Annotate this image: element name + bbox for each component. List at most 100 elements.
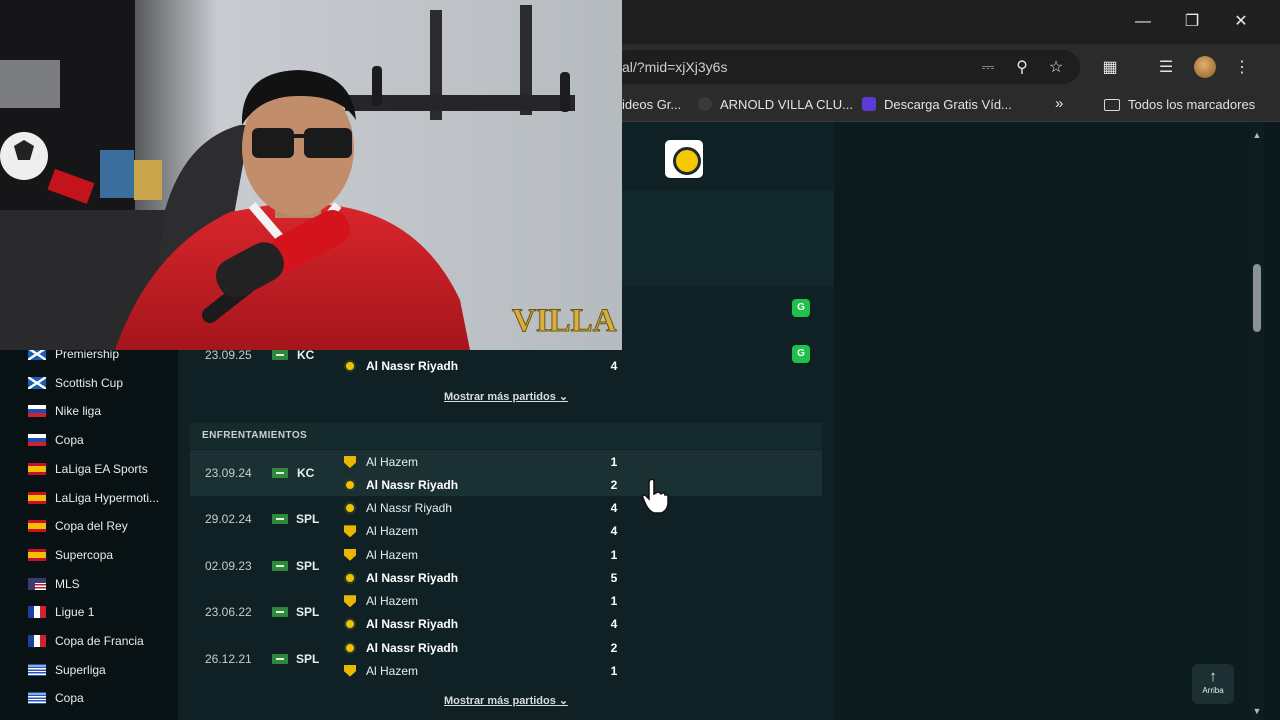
sidebar-league-item[interactable]: Ligue 1 xyxy=(28,602,94,622)
league-code: SPL xyxy=(296,512,320,527)
sidebar-item-label: MLS xyxy=(55,576,80,591)
sidebar-league-item[interactable]: LaLiga EA Sports xyxy=(28,459,148,479)
scroll-top-label: Arriba xyxy=(1202,686,1224,695)
away-team[interactable]: Al Nassr Riyadh xyxy=(366,617,458,631)
france-flag-icon xyxy=(28,635,46,647)
play-favicon-icon xyxy=(862,97,876,111)
media-control-icon[interactable]: ☰ xyxy=(1154,56,1178,80)
away-score: 4 xyxy=(610,524,618,539)
match-date: 02.09.23 xyxy=(205,558,252,573)
away-team[interactable]: Al Nassr Riyadh xyxy=(366,571,458,585)
all-bookmarks-button[interactable]: Todos los marcadores xyxy=(1104,97,1255,112)
al-nassr-crest-icon xyxy=(344,360,356,372)
sidebar-league-item[interactable]: LaLiga Hypermoti... xyxy=(28,488,159,508)
al-nassr-crest-icon xyxy=(344,571,356,584)
home-score: 1 xyxy=(610,547,618,562)
league-code: KC xyxy=(297,348,315,362)
sidebar-item-label: Scottish Cup xyxy=(55,375,124,390)
home-team[interactable]: Al Nassr Riyadh xyxy=(366,641,458,655)
saudi-flag-icon xyxy=(272,607,288,618)
bookmarks-overflow-icon[interactable]: » xyxy=(1055,95,1063,112)
slovenia-flag-icon xyxy=(28,434,46,447)
league-code: KC xyxy=(297,466,315,480)
form-badge-win[interactable]: G xyxy=(792,299,810,317)
away-score: 4 xyxy=(610,617,618,632)
match-date: 23.09.24 xyxy=(205,466,252,480)
team-info-block xyxy=(622,190,834,286)
sidebar-league-item[interactable]: Copa xyxy=(28,430,84,450)
match-date: 26.12.21 xyxy=(205,651,252,666)
slovenia-flag-icon xyxy=(28,405,46,418)
away-score: 2 xyxy=(610,478,618,492)
saudi-flag-icon xyxy=(272,350,288,360)
sidebar-item-label: Superliga xyxy=(55,662,106,677)
team-name[interactable]: Al Nassr Riyadh xyxy=(366,359,458,373)
folder-icon xyxy=(1104,99,1120,111)
home-score: 1 xyxy=(610,594,618,609)
spain-flag-icon xyxy=(28,548,46,561)
bookmark-star-icon[interactable]: ☆ xyxy=(1044,56,1068,80)
france-flag-icon xyxy=(28,606,46,619)
greece-flag-icon xyxy=(28,663,46,676)
away-team[interactable]: Al Hazem xyxy=(366,664,418,678)
sidebar-league-item[interactable]: Copa de Francia xyxy=(28,631,144,651)
sidebar-item-label: Copa xyxy=(55,691,84,706)
home-score: 1 xyxy=(610,455,618,469)
home-team[interactable]: Al Hazem xyxy=(366,455,418,469)
show-more-matches-link[interactable]: Mostrar más partidos ⌄ xyxy=(444,390,568,403)
home-score: 4 xyxy=(610,501,618,516)
sidebar-league-item[interactable]: MLS xyxy=(28,574,80,594)
scroll-up-arrow-icon[interactable]: ▲ xyxy=(1251,130,1263,140)
install-app-icon[interactable]: ⎓ xyxy=(976,56,1000,80)
scrollbar-thumb[interactable] xyxy=(1253,264,1261,332)
team-header-block xyxy=(622,122,834,188)
sidebar-league-item[interactable]: Superliga xyxy=(28,660,106,680)
zoom-icon[interactable]: ⚲ xyxy=(1010,56,1034,80)
sidebar-item-label: Ligue 1 xyxy=(55,605,95,620)
spain-flag-icon xyxy=(28,520,46,533)
home-team[interactable]: Al Nassr Riyadh xyxy=(366,501,452,515)
restore-icon[interactable]: ❐ xyxy=(1169,8,1215,36)
sidebar-league-item[interactable]: Copa xyxy=(28,688,84,708)
sidebar-item-label: LaLiga EA Sports xyxy=(55,461,148,476)
away-team[interactable]: Al Nassr Riyadh xyxy=(366,478,458,492)
saudi-flag-icon xyxy=(272,514,288,525)
sidebar-item-label: Copa de Francia xyxy=(55,634,144,648)
minimize-icon[interactable]: — xyxy=(1120,8,1166,36)
url-text[interactable]: al/?mid=xjXj3y6s xyxy=(622,59,727,75)
league-code: SPL xyxy=(296,605,320,620)
scroll-top-button[interactable]: ↑ Arriba xyxy=(1192,664,1234,704)
bookmark-item[interactable]: ARNOLD VILLA CLU... xyxy=(698,97,853,112)
sidebar-item-label: LaLiga Hypermoti... xyxy=(55,490,160,505)
match-date: 23.06.22 xyxy=(205,605,252,620)
home-score: 2 xyxy=(610,640,618,655)
al-nassr-logo[interactable] xyxy=(665,140,703,178)
match-date: 23.09.25 xyxy=(205,348,252,362)
bookmark-item[interactable]: Descarga Gratis Víd... xyxy=(862,97,1012,112)
show-more-h2h-link[interactable]: Mostrar más partidos ⌄ xyxy=(444,694,568,707)
bookmark-item[interactable]: ideos Gr... xyxy=(622,97,681,112)
sidebar-league-item[interactable]: Copa del Rey xyxy=(28,516,128,536)
usa-flag-icon xyxy=(28,577,46,590)
close-icon[interactable]: ✕ xyxy=(1218,8,1264,36)
form-badge-win[interactable]: G xyxy=(792,345,810,363)
away-score: 5 xyxy=(610,570,618,585)
scrollbar-track[interactable] xyxy=(1250,122,1264,720)
saudi-flag-icon xyxy=(272,468,288,478)
profile-avatar[interactable] xyxy=(1194,56,1216,78)
webcam-overlay: VILLA xyxy=(0,0,622,350)
team-score: 4 xyxy=(610,359,618,373)
sidebar-league-item[interactable]: Scottish Cup xyxy=(28,373,123,393)
sidebar-league-item[interactable]: Nike liga xyxy=(28,401,101,421)
extensions-icon[interactable]: ▦ xyxy=(1098,56,1122,80)
scroll-down-arrow-icon[interactable]: ▼ xyxy=(1251,706,1263,716)
sidebar-league-item[interactable]: Supercopa xyxy=(28,545,113,565)
al-nassr-crest-icon xyxy=(344,479,356,491)
al-nassr-crest-icon xyxy=(344,641,356,654)
site-favicon-icon xyxy=(698,97,712,111)
away-team[interactable]: Al Hazem xyxy=(366,524,418,538)
menu-kebab-icon[interactable]: ⋮ xyxy=(1230,56,1254,80)
home-team[interactable]: Al Hazem xyxy=(366,594,418,608)
home-team[interactable]: Al Hazem xyxy=(366,548,418,562)
sidebar-item-label: Nike liga xyxy=(55,404,102,419)
